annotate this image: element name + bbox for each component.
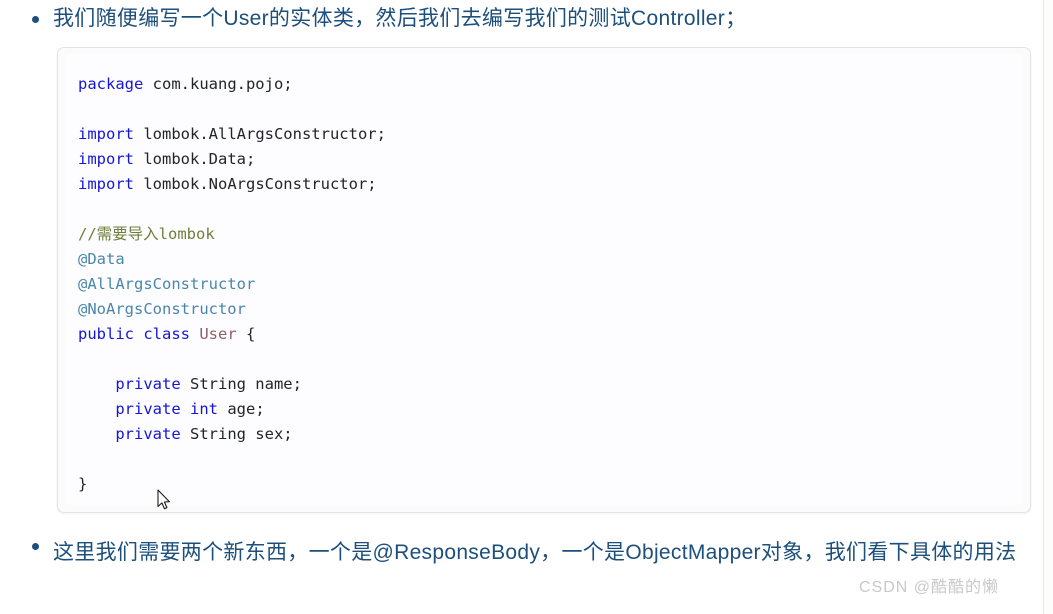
bullet-text-bottom: 这里我们需要两个新东西，一个是@ResponseBody，一个是ObjectMa…: [53, 541, 1017, 564]
code-token-ann: @Data: [78, 250, 125, 268]
code-token-kw: private: [115, 375, 181, 393]
code-token-kw: import: [78, 175, 134, 193]
code-token-ann: @AllArgsConstructor: [78, 275, 256, 293]
code-token-kw: package: [78, 75, 144, 93]
code-token-txt: lombok.NoArgsConstructor;: [134, 175, 377, 193]
code-token-kw: public class: [78, 325, 190, 343]
csdn-watermark: CSDN @酷酷的懒: [858, 579, 999, 596]
code-token-kw: private: [115, 400, 181, 418]
code-token-txt: com.kuang.pojo;: [143, 75, 293, 93]
code-token-txt: String name;: [180, 375, 302, 393]
code-token-txt: }: [78, 475, 88, 493]
code-content: package com.kuang.pojo; import lombok.Al…: [78, 72, 1023, 497]
code-token-txt: {: [236, 325, 256, 343]
bullet-marker-icon: [32, 543, 39, 550]
code-token-txt: age;: [218, 400, 265, 418]
bullet-item-top: 我们随便编写一个User的实体类，然后我们去编写我们的测试Controller；: [32, 4, 1022, 34]
code-block[interactable]: package com.kuang.pojo; import lombok.Al…: [57, 47, 1031, 513]
code-token-txt: lombok.Data;: [134, 150, 256, 168]
code-token-kw: import: [78, 150, 134, 168]
code-token-kw: int: [190, 400, 218, 418]
bullet-item-bottom: 这里我们需要两个新东西，一个是@ResponseBody，一个是ObjectMa…: [32, 531, 1022, 574]
code-block-surface: package com.kuang.pojo; import lombok.Al…: [65, 54, 1023, 505]
code-token-cmt: //需要导入lombok: [78, 225, 215, 243]
document-page: 我们随便编写一个User的实体类，然后我们去编写我们的测试Controller；…: [0, 0, 1043, 614]
bullet-marker-icon: [32, 16, 39, 23]
code-token-txt: lombok.AllArgsConstructor;: [134, 125, 386, 143]
code-token-ann: @NoArgsConstructor: [78, 300, 246, 318]
page-right-rule: [1043, 0, 1044, 614]
code-token-kw: private: [115, 425, 181, 443]
code-token-kw: import: [78, 125, 134, 143]
code-token-type: User: [199, 325, 237, 343]
bullet-text-top: 我们随便编写一个User的实体类，然后我们去编写我们的测试Controller；: [53, 7, 747, 30]
code-token-txt: String sex;: [180, 425, 293, 443]
page-scrollbar-track[interactable]: [1044, 0, 1053, 614]
